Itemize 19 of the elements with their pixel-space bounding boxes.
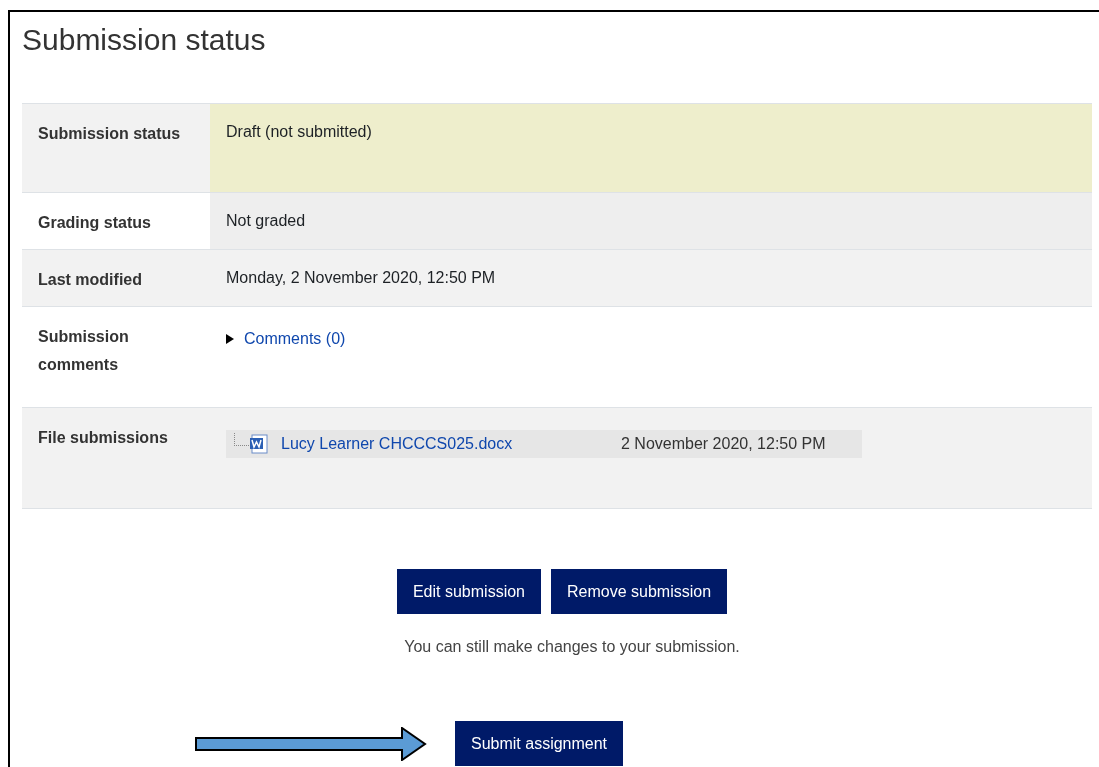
row-value: Monday, 2 November 2020, 12:50 PM: [210, 249, 1092, 307]
caret-icon: [226, 334, 234, 344]
file-link[interactable]: Lucy Learner CHCCCS025.docx: [281, 430, 621, 458]
word-document-icon: [249, 434, 269, 454]
row-label: Grading status: [22, 192, 210, 250]
row-label: Submission status: [22, 103, 210, 193]
submit-button[interactable]: Submit assignment: [455, 721, 624, 766]
hint-text: You can still make changes to your submission.: [403, 638, 741, 656]
row-label: File submissions: [22, 407, 210, 509]
arrow-icon: [195, 726, 427, 761]
action-button[interactable]: Edit submission: [396, 569, 541, 614]
file-date: 2 November 2020, 12:50 PM: [621, 434, 826, 454]
section-title: Submission status: [22, 22, 267, 58]
row-label: Submission comments: [22, 306, 210, 408]
row-value: Draft (not submitted): [210, 103, 1092, 193]
action-button[interactable]: Remove submission: [551, 569, 728, 614]
row-label: Last modified: [22, 249, 210, 307]
row-value: Not graded: [210, 192, 1092, 250]
comments-toggle[interactable]: Comments (0): [226, 321, 346, 353]
